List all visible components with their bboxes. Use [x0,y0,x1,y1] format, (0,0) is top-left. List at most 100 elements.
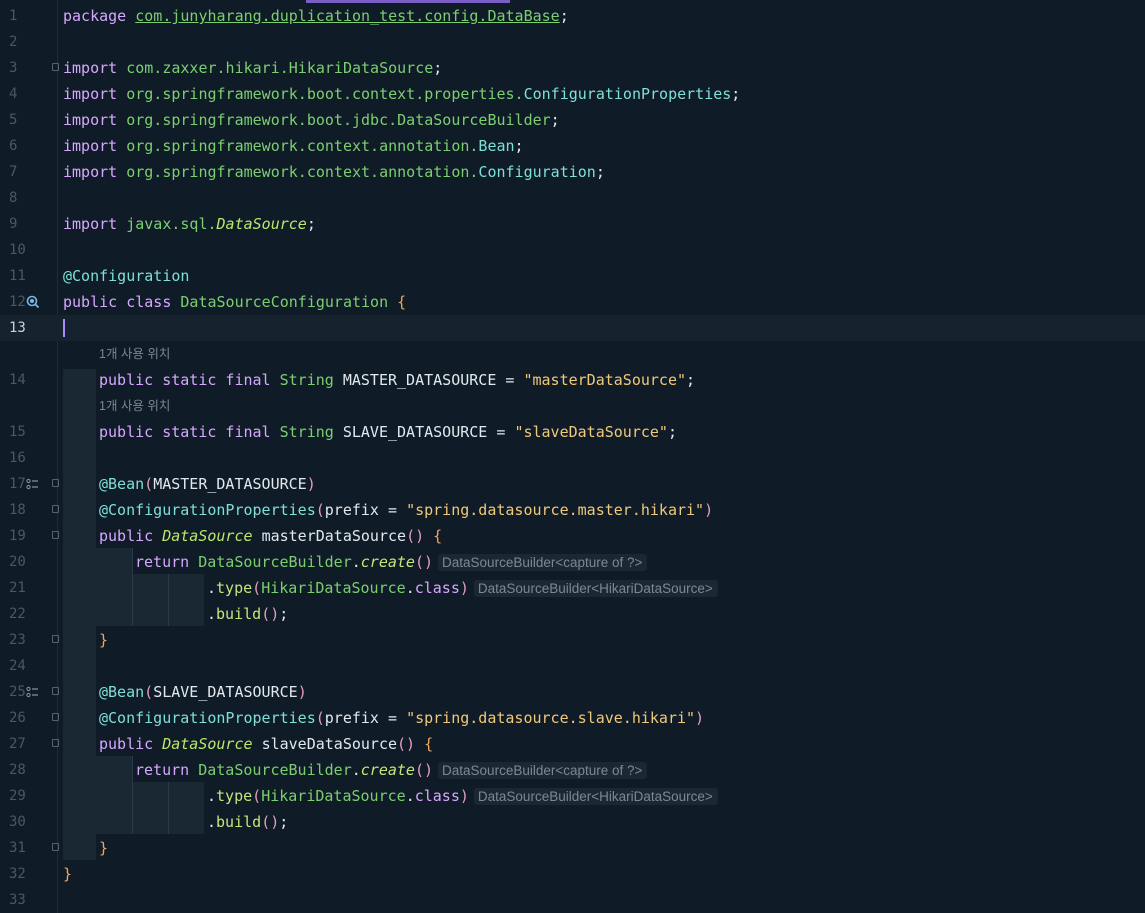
fold-marker-icon[interactable] [52,687,59,695]
code-token: org.springframework.context.annotation. [126,163,479,181]
code-text[interactable]: @ConfigurationProperties(prefix = "sprin… [99,705,704,731]
code-line[interactable]: 29 .type(HikariDataSource.class) DataSourc… [0,783,1145,809]
code-token: ; [279,605,289,623]
code-line[interactable]: 21 .type(HikariDataSource.class) DataSourc… [0,575,1145,601]
code-text[interactable]: import javax.sql.DataSource; [63,211,316,237]
code-token: type [216,579,253,597]
code-line[interactable]: 33 [0,887,1145,913]
code-line[interactable]: 9 import javax.sql.DataSource; [0,211,1145,237]
fold-marker-icon[interactable] [52,505,59,513]
code-line[interactable]: 16 [0,445,1145,471]
code-text[interactable]: .type(HikariDataSource.class) DataSourceB… [207,575,718,602]
code-text[interactable]: package com.junyharang.duplication_test.… [63,3,569,29]
code-text[interactable]: } [63,861,72,887]
code-token: "spring.datasource.slave.hikari" [406,709,696,727]
type-inlay-hint: DataSourceBuilder<HikariDataSource> [473,788,718,805]
code-line[interactable]: 27 public DataSource slaveDataSource() { [0,731,1145,757]
code-text[interactable]: import com.zaxxer.hikari.HikariDataSourc… [63,55,442,81]
code-text[interactable]: public static final String MASTER_DATASO… [99,367,695,393]
usage-count-hint[interactable]: 1개 사용 위치 [99,343,170,365]
code-line[interactable]: 18 @ConfigurationProperties(prefix = "spr… [0,497,1145,523]
code-token: ; [550,111,560,129]
fold-marker-icon[interactable] [52,63,59,71]
code-token: ; [667,423,677,441]
bean-class-icon[interactable] [26,289,40,315]
code-line[interactable]: 28 return DataSourceBuilder.create() DataS… [0,757,1145,783]
fold-marker-icon[interactable] [52,843,59,851]
code-text[interactable]: @Bean(SLAVE_DATASOURCE) [99,679,307,705]
fold-marker-icon[interactable] [52,531,59,539]
code-token: build [216,605,262,623]
code-text[interactable]: import org.springframework.boot.jdbc.Dat… [63,107,560,133]
code-line[interactable]: 14 public static final String MASTER_DATA… [0,367,1145,393]
code-text[interactable]: return DataSourceBuilder.create() DataSou… [135,549,648,576]
code-line[interactable]: 19 public DataSource masterDataSource() { [0,523,1145,549]
code-token: org.springframework.boot.jdbc.DataSource… [126,111,551,129]
line-number: 3 [9,60,18,76]
code-token: () [406,527,425,545]
code-line[interactable]: 4 import org.springframework.boot.context… [0,81,1145,107]
code-line[interactable]: 2 [0,29,1145,55]
bean-method-icon[interactable] [26,471,40,497]
code-text[interactable]: .build(); [207,601,288,627]
code-token: String [279,423,343,441]
code-line[interactable]: 22 .build(); [0,601,1145,627]
fold-marker-icon[interactable] [52,479,59,487]
code-line[interactable]: 11 @Configuration [0,263,1145,289]
code-text[interactable]: public DataSource masterDataSource() { [99,523,442,549]
code-line[interactable]: 12 public class DataSourceConfiguration { [0,289,1145,315]
code-line[interactable]: 6 import org.springframework.context.anno… [0,133,1145,159]
code-line[interactable]: 23} [0,627,1145,653]
code-line[interactable]: 32} [0,861,1145,887]
fold-marker-icon[interactable] [52,739,59,747]
code-token: com.junyharang.duplication_test.config.D… [135,7,560,25]
code-text[interactable]: public static final String SLAVE_DATASOU… [99,419,677,445]
code-editor[interactable]: 1 package com.junyharang.duplication_test… [0,0,1145,913]
code-text[interactable]: } [99,835,108,861]
code-text[interactable]: public DataSource slaveDataSource() { [99,731,433,757]
code-text[interactable]: import org.springframework.context.annot… [63,133,524,159]
code-line[interactable]: 25 @Bean(SLAVE_DATASOURCE) [0,679,1145,705]
code-line[interactable]: 5 import org.springframework.boot.jdbc.Da… [0,107,1145,133]
fold-marker-icon[interactable] [52,713,59,721]
text-cursor [63,319,65,337]
code-line[interactable]: 24 [0,653,1145,679]
fold-marker-icon[interactable] [52,635,59,643]
code-line[interactable]: 1 package com.junyharang.duplication_test… [0,3,1145,29]
code-token: { [433,527,443,545]
bean-method-icon[interactable] [26,679,40,705]
code-text[interactable]: @Configuration [63,263,189,289]
code-text[interactable]: public class DataSourceConfiguration { [63,289,406,315]
code-token: () [261,605,280,623]
line-number: 20 [9,554,26,570]
code-line[interactable]: 8 [0,185,1145,211]
code-line[interactable]: 10 [0,237,1145,263]
code-text[interactable]: import org.springframework.context.annot… [63,159,605,185]
code-text[interactable]: import org.springframework.boot.context.… [63,81,740,107]
code-line[interactable]: 15 public static final String SLAVE_DATAS… [0,419,1145,445]
code-token: ; [514,137,524,155]
code-text[interactable]: } [99,627,108,653]
code-token: ; [731,85,741,103]
code-line[interactable]: 7 import org.springframework.context.anno… [0,159,1145,185]
code-token: ( [315,709,325,727]
code-line[interactable]: 3 import com.zaxxer.hikari.HikariDataSour… [0,55,1145,81]
code-text[interactable]: @Bean(MASTER_DATASOURCE) [99,471,316,497]
line-number: 22 [9,606,26,622]
code-line[interactable]: 31} [0,835,1145,861]
code-text[interactable]: @ConfigurationProperties(prefix = "sprin… [99,497,713,523]
line-number: 9 [9,216,18,232]
code-line[interactable]: 20 return DataSourceBuilder.create() DataS… [0,549,1145,575]
usage-count-hint[interactable]: 1개 사용 위치 [99,395,170,417]
code-token: Bean [478,137,515,155]
code-text[interactable]: .build(); [207,809,288,835]
code-line[interactable]: 26 @ConfigurationProperties(prefix = "spr… [0,705,1145,731]
code-line[interactable]: 17 @Bean(MASTER_DATASOURCE) [0,471,1145,497]
code-text[interactable]: .type(HikariDataSource.class) DataSourceB… [207,783,718,810]
code-token: . [351,761,361,779]
code-text[interactable]: return DataSourceBuilder.create() DataSou… [135,757,648,784]
code-line[interactable]: 30 .build(); [0,809,1145,835]
code-token: class [414,787,460,805]
code-line[interactable]: 13 [0,315,1145,341]
